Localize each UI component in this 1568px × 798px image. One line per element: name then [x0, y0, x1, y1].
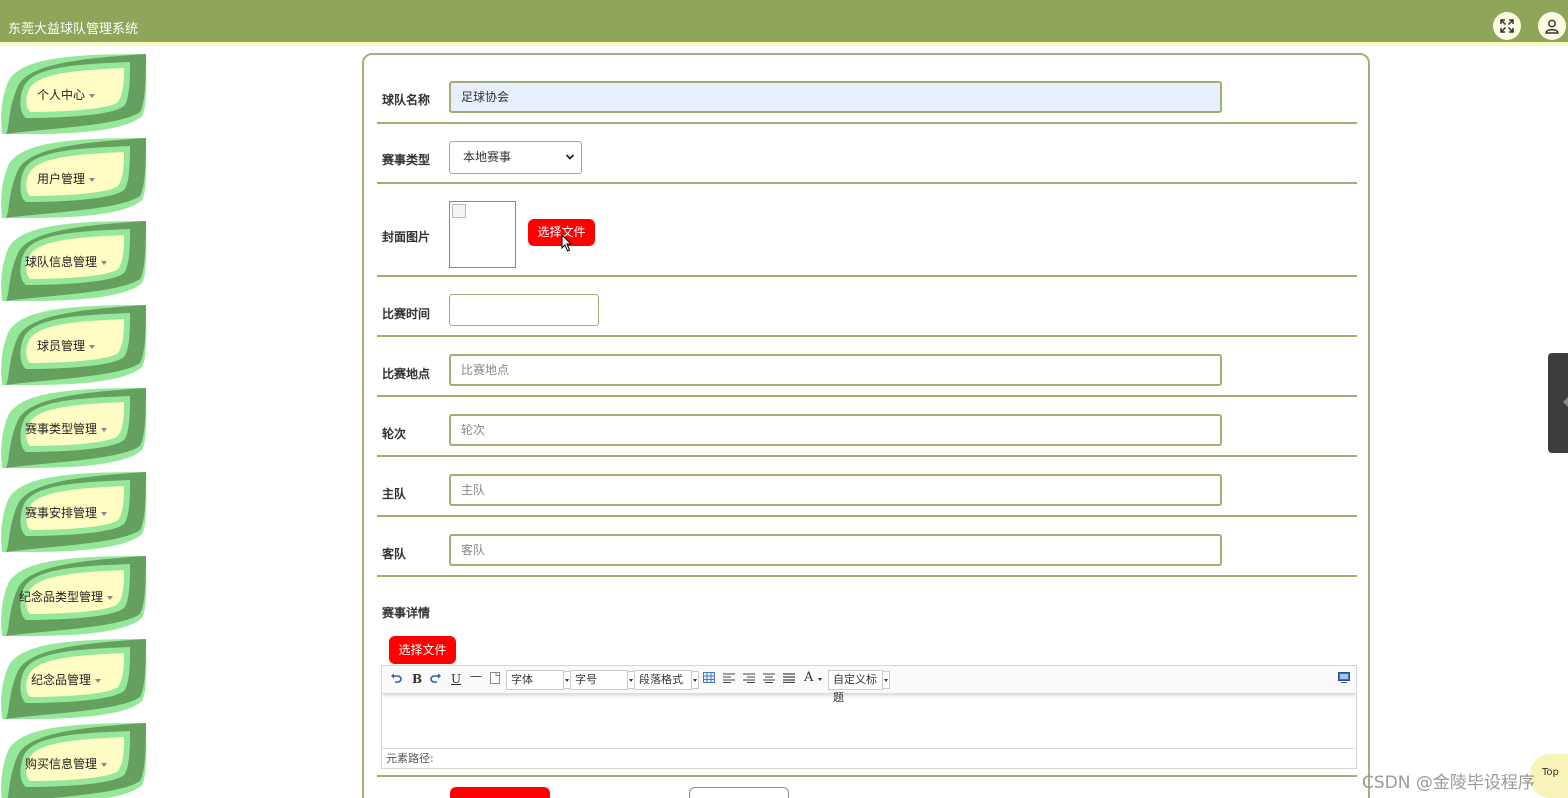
- sidebar-item-label: 个人中心: [14, 86, 118, 103]
- round-input[interactable]: 轮次: [449, 414, 1222, 446]
- caret-down-icon: [101, 260, 107, 265]
- fullscreen-button[interactable]: [1493, 12, 1521, 40]
- sidebar-item[interactable]: 赛事类型管理: [0, 386, 148, 469]
- sidebar-item-label: 纪念品管理: [14, 671, 118, 688]
- font-size-select[interactable]: 字号: [570, 670, 635, 690]
- round-row: 轮次 轮次: [377, 397, 1357, 457]
- paragraph-format-value: 段落格式: [639, 673, 683, 686]
- caret-down-icon: [89, 177, 95, 182]
- sidebar-item[interactable]: 个人中心: [0, 52, 148, 135]
- top-bar: 东莞大益球队管理系统: [0, 0, 1568, 46]
- cover-image-label: 封面图片: [382, 230, 431, 244]
- team-name-label: 球队名称: [382, 93, 431, 107]
- back-to-top-label: Top: [1542, 767, 1559, 778]
- sidebar-item-label: 球队信息管理: [14, 253, 118, 270]
- sidebar-item[interactable]: 球队信息管理: [0, 219, 148, 302]
- sidebar-item-label: 赛事安排管理: [14, 504, 118, 521]
- font-family-value: 字体: [511, 673, 533, 686]
- editor-status-bar: 元素路径:: [382, 748, 1356, 768]
- sidebar-item[interactable]: 纪念品管理: [0, 637, 148, 720]
- editor-content-area[interactable]: [382, 695, 1356, 748]
- align-justify-icon[interactable]: [783, 672, 795, 686]
- chevron-down-icon: [565, 154, 575, 160]
- details-upload-button[interactable]: 选择文件: [389, 636, 456, 664]
- home-team-row: 主队 主队: [377, 457, 1357, 517]
- user-icon: [1545, 19, 1559, 34]
- sidebar-item[interactable]: 赛事安排管理: [0, 470, 148, 553]
- editor-toolbar: B U — 字体 字号 段落格式 A 自定义标题: [382, 666, 1356, 704]
- match-time-input[interactable]: [449, 294, 599, 326]
- chevron-down-icon: [882, 671, 890, 689]
- sidebar-item[interactable]: 球员管理: [0, 303, 148, 386]
- sidebar-item-label: 球员管理: [14, 337, 118, 354]
- caret-down-icon: [89, 93, 95, 98]
- undo-icon[interactable]: [390, 672, 402, 687]
- sidebar-menu: 个人中心用户管理球队信息管理 球员管理赛事类型管理 赛事安排管理 纪念品类型管理 纪念品…: [0, 52, 150, 798]
- sidebar-item-label: 赛事类型管理: [14, 420, 118, 437]
- align-center-icon[interactable]: [763, 672, 775, 686]
- round-label: 轮次: [382, 427, 407, 441]
- cursor-icon: [561, 234, 573, 252]
- match-location-row: 比赛地点 比赛地点: [377, 337, 1357, 397]
- match-time-row: 比赛时间: [377, 277, 1357, 337]
- fullscreen-editor-icon[interactable]: [1338, 672, 1350, 686]
- font-color-icon[interactable]: A: [804, 670, 813, 685]
- cover-image-preview: [449, 201, 516, 268]
- table-icon[interactable]: [703, 672, 715, 686]
- away-team-row: 客队 客队: [377, 517, 1357, 577]
- caret-down-icon: [101, 427, 107, 432]
- align-right-icon[interactable]: [743, 672, 755, 686]
- match-location-input[interactable]: 比赛地点: [449, 354, 1222, 386]
- bold-icon[interactable]: B: [412, 672, 422, 686]
- redo-icon[interactable]: [430, 672, 442, 687]
- font-family-select[interactable]: 字体: [506, 670, 571, 690]
- rich-text-editor: B U — 字体 字号 段落格式 A 自定义标题 元素路径:: [381, 665, 1357, 769]
- event-type-select[interactable]: 本地赛事: [449, 141, 582, 174]
- match-location-label: 比赛地点: [382, 367, 431, 381]
- back-to-top-button[interactable]: Top: [1530, 754, 1568, 798]
- chevron-down-icon[interactable]: [818, 678, 822, 681]
- event-type-row: 赛事类型 本地赛事: [377, 124, 1357, 184]
- caret-down-icon: [101, 511, 107, 516]
- event-type-value: 本地赛事: [463, 150, 512, 164]
- sidebar-item[interactable]: 购买信息管理: [0, 721, 148, 798]
- form-panel: 球队名称 足球协会 赛事类型 本地赛事 封面图片 选择文件 比赛时间 比赛地点 …: [362, 53, 1370, 798]
- caret-down-icon: [95, 678, 101, 683]
- side-drawer-handle[interactable]: [1548, 353, 1568, 453]
- sidebar-item-label: 纪念品类型管理: [14, 588, 118, 605]
- submit-button[interactable]: [450, 787, 550, 798]
- align-left-icon[interactable]: [723, 672, 735, 686]
- team-name-row: 球队名称 足球协会: [377, 55, 1357, 124]
- expand-icon: [1500, 19, 1514, 33]
- cancel-button[interactable]: [689, 787, 789, 798]
- home-team-input[interactable]: 主队: [449, 474, 1222, 506]
- event-type-label: 赛事类型: [382, 153, 431, 167]
- team-name-input[interactable]: 足球协会: [449, 81, 1222, 113]
- app-title: 东莞大益球队管理系统: [8, 22, 139, 37]
- caret-down-icon: [107, 595, 113, 600]
- sidebar-item-label: 用户管理: [14, 170, 118, 187]
- match-time-label: 比赛时间: [382, 307, 431, 321]
- paragraph-format-select[interactable]: 段落格式: [634, 670, 699, 690]
- caret-down-icon: [101, 762, 107, 767]
- sidebar-item[interactable]: 用户管理: [0, 136, 148, 219]
- away-team-input[interactable]: 客队: [449, 534, 1222, 566]
- home-team-label: 主队: [382, 487, 407, 501]
- custom-title-select[interactable]: 自定义标题: [828, 670, 890, 704]
- sidebar-item-label: 购买信息管理: [14, 755, 118, 772]
- font-size-value: 字号: [575, 673, 597, 686]
- paste-icon[interactable]: [490, 672, 500, 687]
- caret-down-icon: [89, 344, 95, 349]
- watermark-text: CSDN @金陵毕设程序: [1362, 773, 1535, 793]
- cover-image-row: 封面图片 选择文件: [377, 184, 1357, 277]
- underline-icon[interactable]: U: [451, 672, 461, 686]
- away-team-label: 客队: [382, 547, 407, 561]
- chevron-down-icon: [691, 671, 699, 689]
- chevron-left-icon: [1563, 397, 1568, 407]
- user-menu-button[interactable]: [1538, 12, 1566, 40]
- sidebar-item[interactable]: 纪念品类型管理: [0, 554, 148, 637]
- broken-image-icon: [452, 204, 466, 218]
- event-details-label: 赛事详情: [382, 606, 431, 620]
- horizontal-rule-icon[interactable]: —: [470, 669, 482, 683]
